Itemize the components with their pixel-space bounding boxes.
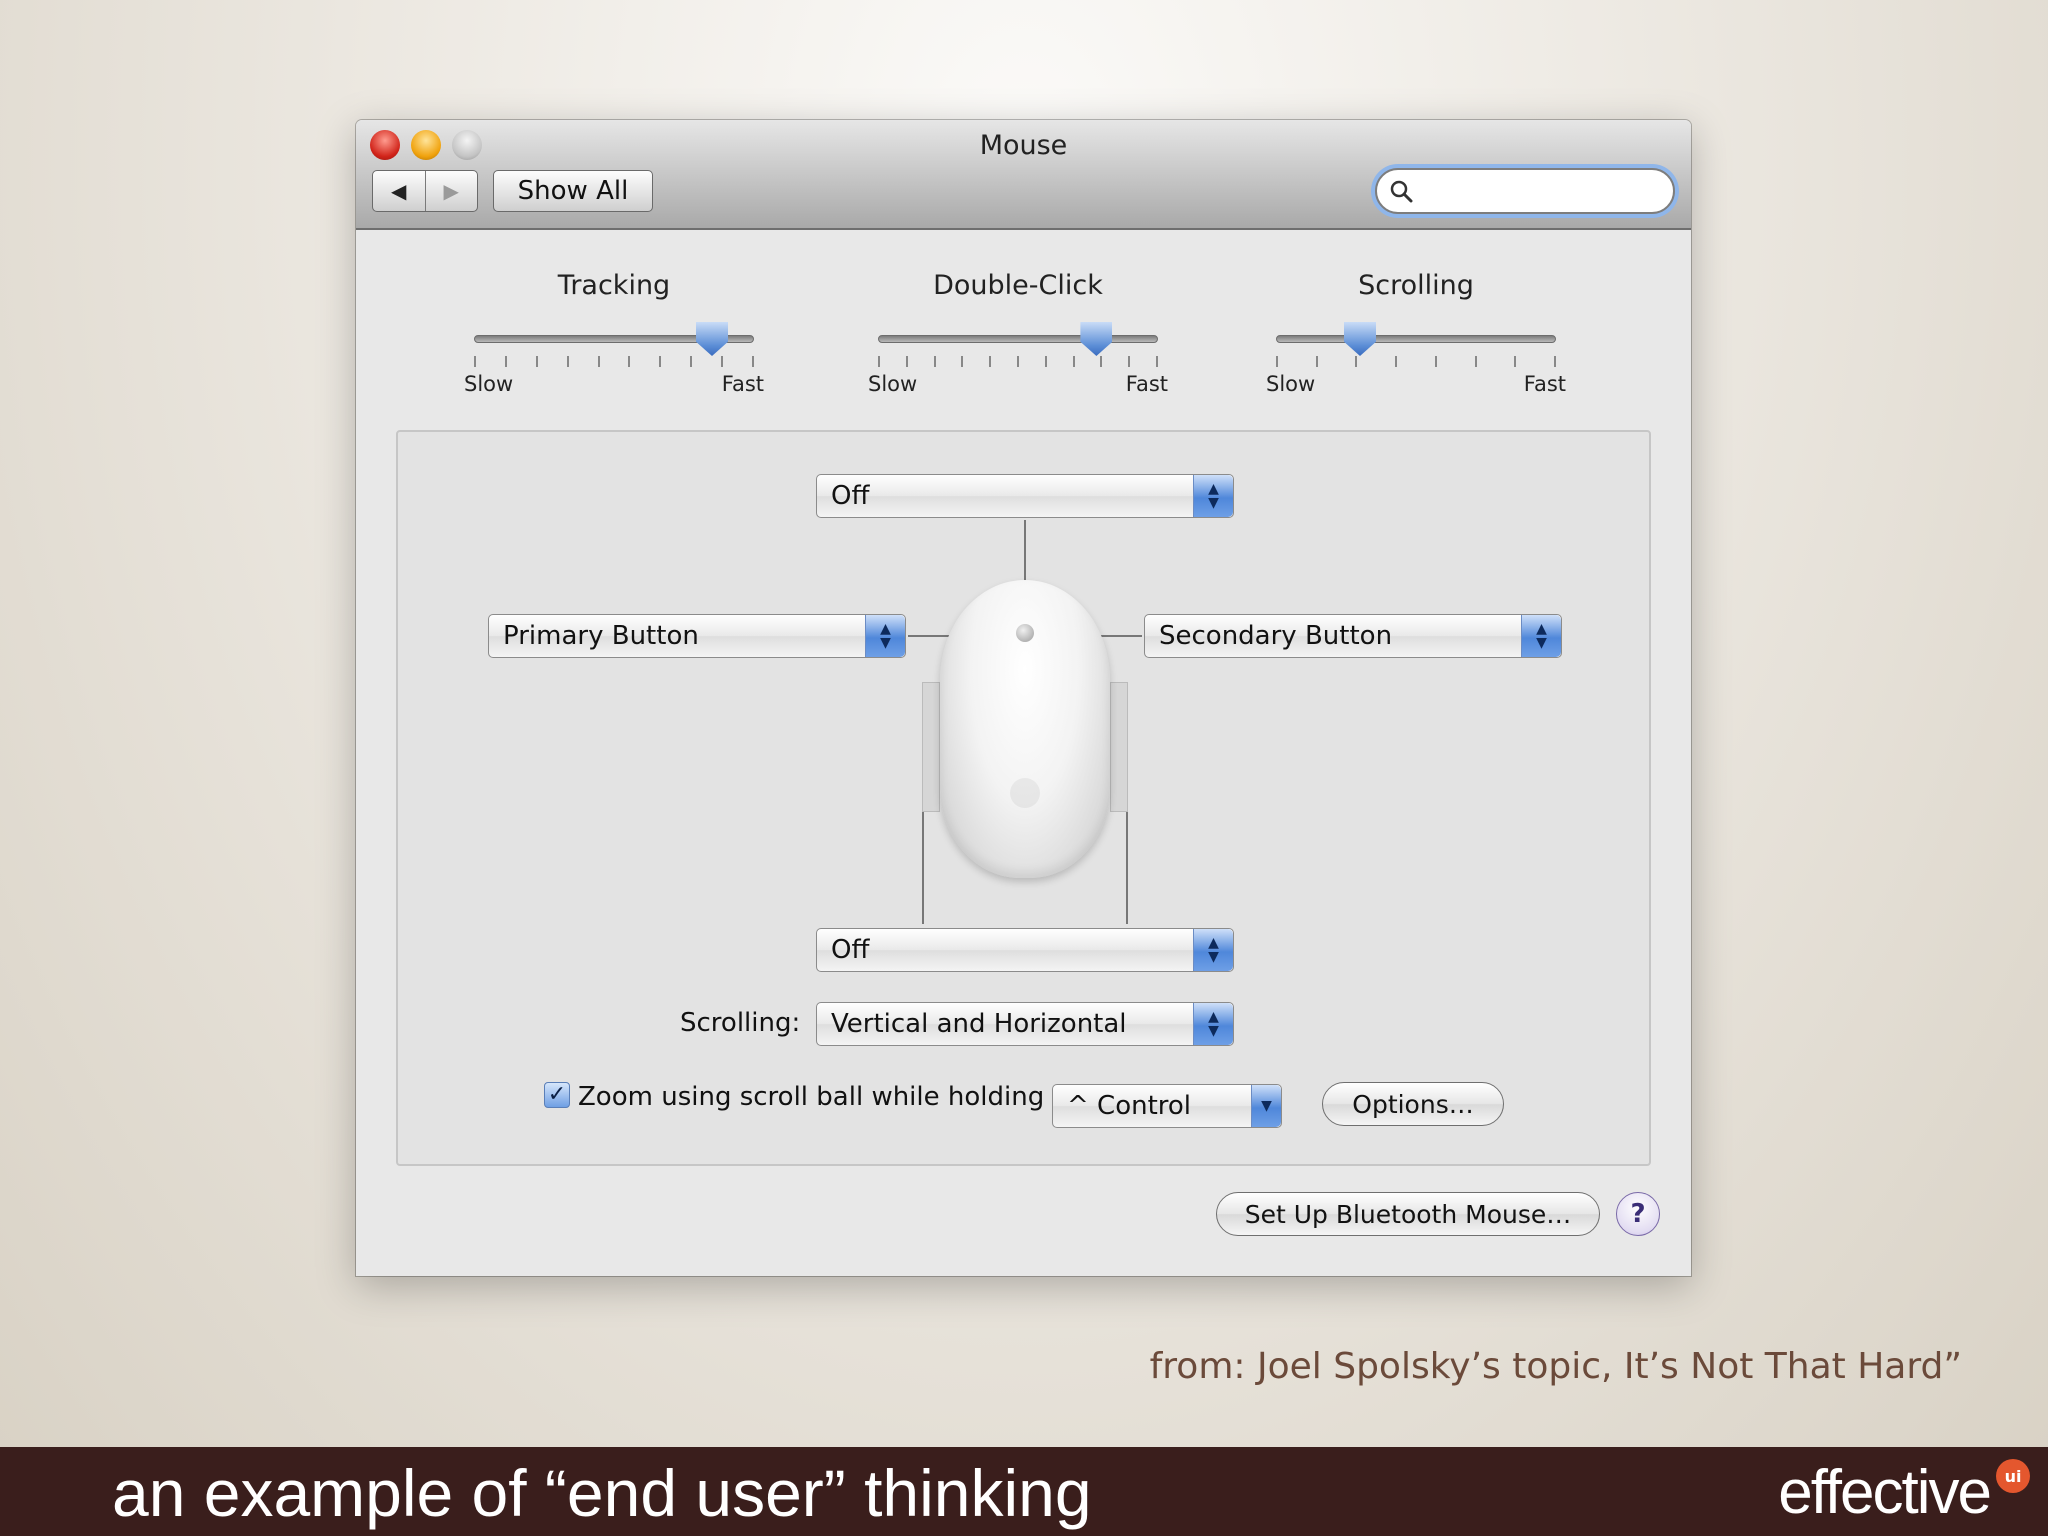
forward-arrow-icon[interactable]: ▶ [424,171,478,211]
slider-title: Scrolling [1358,270,1474,301]
slider-tick [628,356,631,367]
side-button-left [922,682,940,812]
brand-badge-icon: ui [1996,1459,2030,1493]
popup-value: ^ Control [1067,1091,1192,1121]
popup-arrows-icon: ▲ ▼ [1193,929,1233,971]
slider-tick [597,356,600,367]
slider-max-label: Fast [1523,372,1566,396]
popup-value: Primary Button [503,621,699,651]
slider-tick [1355,356,1358,367]
slider-tick [690,356,693,367]
set-up-bluetooth-mouse-button[interactable]: Set Up Bluetooth Mouse… [1216,1192,1600,1236]
nav-button-group: ◀ ▶ [372,170,478,212]
slider-min-label: Slow [1266,372,1316,396]
title-bar: Mouse ◀ ▶ Show All [356,120,1691,230]
slider-tick [474,356,476,367]
slider-tick [989,356,992,367]
slider-track[interactable] [878,335,1158,343]
side-button-right [1110,682,1128,812]
slider-tick [1315,356,1318,367]
slider-tick [1514,356,1517,367]
slider-tick [961,356,964,367]
zoom-checkbox[interactable]: ✓ [544,1082,570,1108]
show-all-button[interactable]: Show All [493,170,653,212]
popup-arrows-icon: ▲ ▼ [1521,615,1561,657]
slider-tick [905,356,908,367]
apple-logo-icon [1010,778,1040,808]
tracking-slider-group: Tracking Slow Fast [464,270,764,400]
slider-ticks [474,356,754,368]
slider-tick [752,356,754,367]
top-button-popup[interactable]: Off ▲ ▼ [816,474,1234,518]
scrolling-slider-group: Scrolling Slow Fast [1266,270,1566,400]
slider-max-label: Fast [1125,372,1168,396]
search-icon [1390,180,1413,203]
scrolling-label: Scrolling: [680,1008,801,1038]
slider-thumb[interactable] [696,322,728,356]
slider-thumb[interactable] [1080,322,1113,356]
slider-tick [1044,356,1047,367]
slider-ticks [878,356,1158,368]
slider-min-label: Slow [868,372,918,396]
slider-tick [933,356,936,367]
popup-arrow-icon: ▼ [1251,1085,1281,1127]
source-caption: from: Joel Spolsky’s topic, It’s Not Tha… [1149,1346,1962,1387]
popup-value: Vertical and Horizontal [831,1009,1127,1039]
scroll-ball-icon [1016,624,1034,642]
window-title: Mouse [979,130,1068,161]
brand-logo: effective [1778,1458,1992,1527]
zoom-modifier-popup[interactable]: ^ Control ▼ [1052,1084,1282,1128]
slider-thumb[interactable] [1344,322,1376,356]
slide-footer-bar: an example of “end user” thinking effect… [0,1447,2048,1536]
popup-arrows-icon: ▲ ▼ [865,615,905,657]
popup-arrows-icon: ▲ ▼ [1193,475,1233,517]
slider-tick [1434,356,1437,367]
bottom-button-popup[interactable]: Off ▲ ▼ [816,928,1234,972]
scrolling-popup[interactable]: Vertical and Horizontal ▲ ▼ [816,1002,1234,1046]
slider-tick [1156,356,1158,367]
slider-max-label: Fast [721,372,764,396]
search-input[interactable] [1419,177,1659,205]
search-field[interactable] [1375,168,1675,214]
slider-tick [1100,356,1103,367]
slider-tick [1072,356,1075,367]
slider-title: Double-Click [933,270,1103,301]
back-arrow-icon[interactable]: ◀ [373,171,425,211]
zoom-label: Zoom using scroll ball while holding [578,1082,1045,1112]
slider-track[interactable] [1276,335,1556,343]
popup-value: Off [831,481,870,511]
slider-tick [535,356,538,367]
slider-tick [504,356,507,367]
slider-tick [878,356,880,367]
popup-arrows-icon: ▲ ▼ [1193,1003,1233,1045]
slider-tick [1276,356,1278,367]
slider-tick [1395,356,1398,367]
slider-tick [1554,356,1556,367]
slider-ticks [1276,356,1556,368]
slider-tick [1128,356,1131,367]
button-mapping-group: Off ▲ ▼ Primary Button ▲ ▼ Secondary Butto… [396,430,1651,1166]
right-button-popup[interactable]: Secondary Button ▲ ▼ [1144,614,1562,658]
mouse-preferences-window: Mouse ◀ ▶ Show All Tracking Slow Fast Do… [356,120,1691,1276]
mouse-icon [940,580,1110,878]
slider-tick [721,356,724,367]
options-button[interactable]: Options… [1322,1082,1504,1126]
slider-min-label: Slow [464,372,514,396]
help-button[interactable]: ? [1616,1192,1660,1236]
slider-tick [659,356,662,367]
slider-title: Tracking [557,270,671,301]
slide-footer-text: an example of “end user” thinking [112,1456,1092,1530]
slider-tick [1017,356,1019,367]
popup-value: Off [831,935,870,965]
slider-tick [1474,356,1477,367]
left-button-popup[interactable]: Primary Button ▲ ▼ [488,614,906,658]
popup-value: Secondary Button [1159,621,1393,651]
double-click-slider-group: Double-Click Slow Fast [868,270,1168,400]
slider-tick [566,356,569,367]
